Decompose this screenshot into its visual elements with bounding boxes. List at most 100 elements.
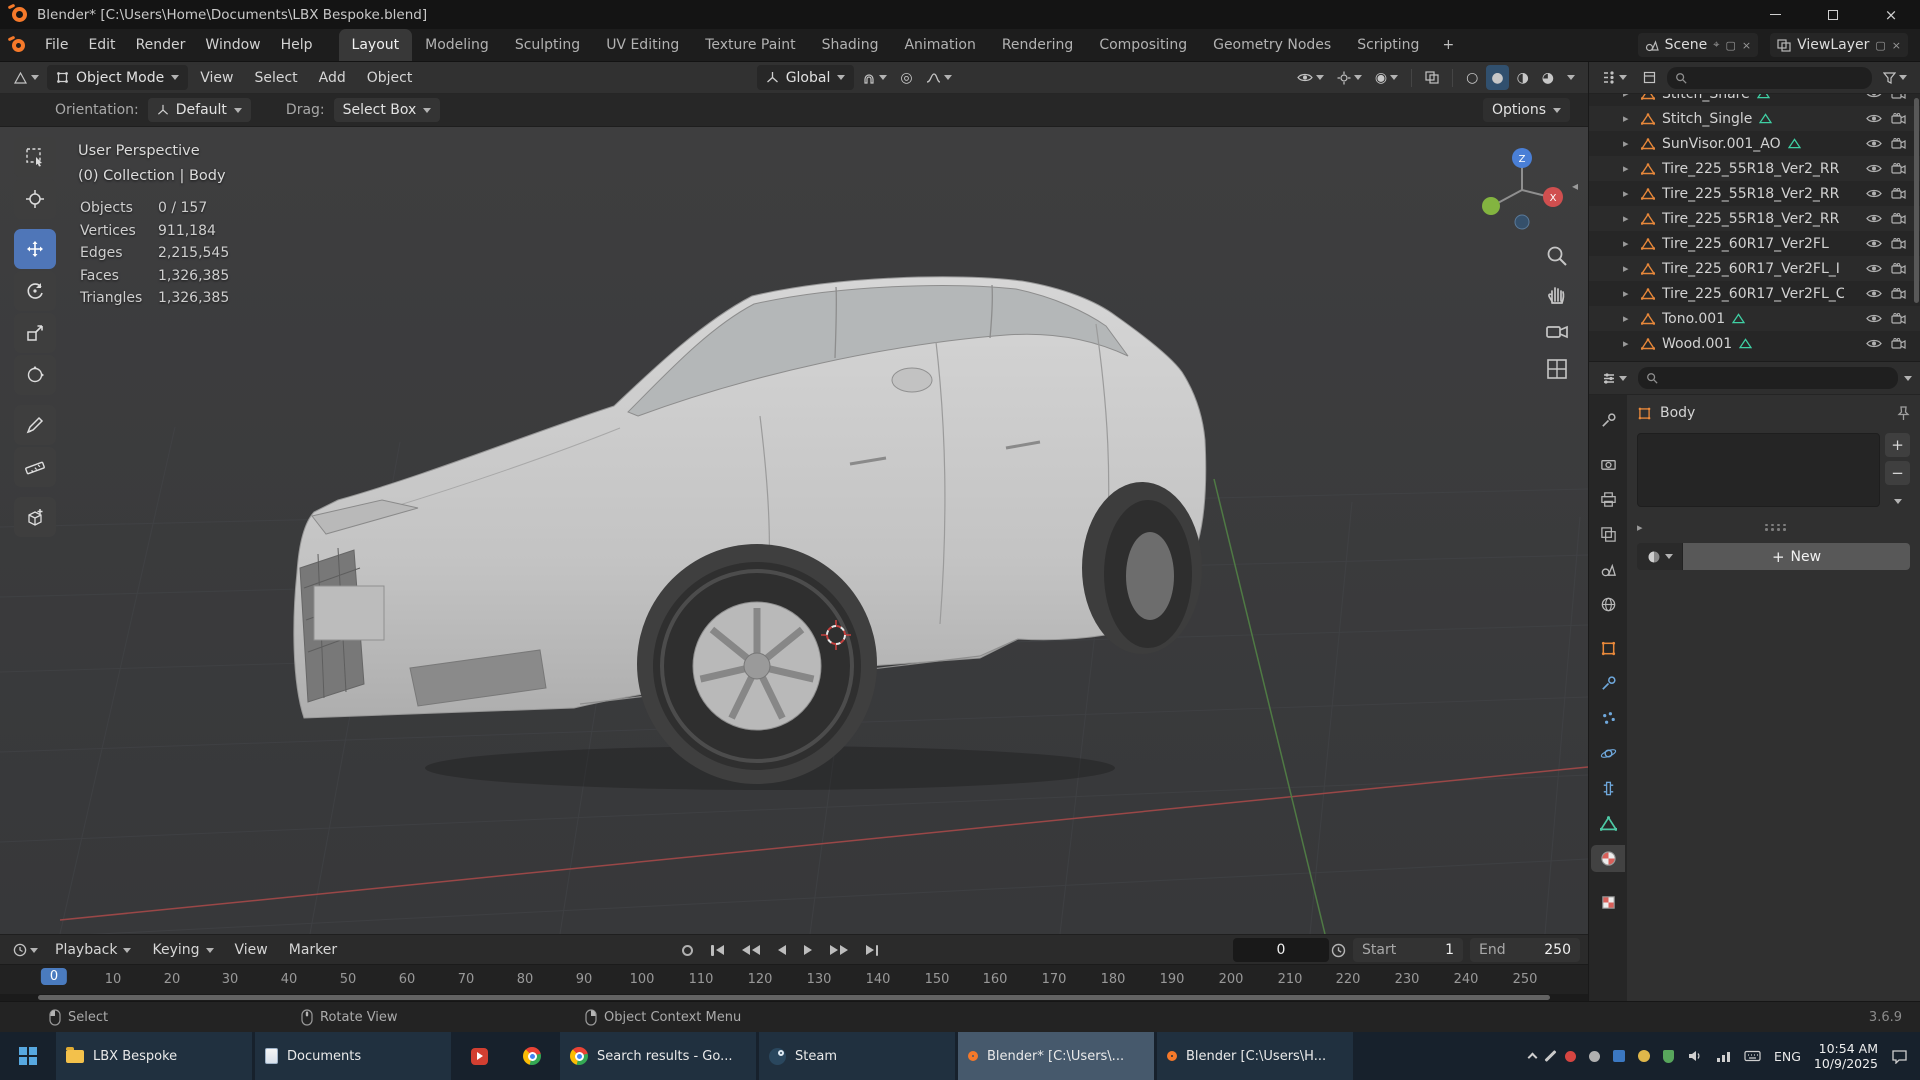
disable-in-render-icon[interactable]: [1891, 113, 1906, 124]
tray-security-shield-icon[interactable]: [1663, 1050, 1674, 1063]
outliner-row[interactable]: ▸ Tire_225_60R17_Ver2FL_C: [1589, 281, 1920, 306]
add-workspace-button[interactable]: +: [1432, 29, 1464, 61]
gizmos-dropdown[interactable]: [1332, 65, 1367, 90]
new-material-button[interactable]: + New: [1683, 543, 1910, 570]
viewport-3d[interactable]: User Perspective (0) Collection | Body O…: [0, 127, 1588, 934]
outliner-row[interactable]: ▸ Stitch_Single: [1589, 106, 1920, 131]
play-reverse-button[interactable]: [772, 940, 792, 960]
shading-solid-button[interactable]: ●: [1486, 65, 1508, 90]
tab-modeling[interactable]: Modeling: [412, 29, 502, 61]
tab-render[interactable]: [1591, 451, 1625, 478]
menu-window[interactable]: Window: [195, 37, 270, 53]
tool-select-box[interactable]: [14, 137, 56, 177]
tab-particles[interactable]: [1591, 705, 1625, 732]
gizmo-y-axis[interactable]: [1482, 197, 1500, 215]
object-name[interactable]: Stitch_Share: [1662, 94, 1750, 102]
outliner-scrollbar[interactable]: [1914, 98, 1919, 303]
previous-keyframe-button[interactable]: [736, 940, 766, 960]
expand-arrow-icon[interactable]: ▸: [1623, 162, 1641, 175]
outliner-row[interactable]: ▸ Tire_225_55R18_Ver2_RR: [1589, 181, 1920, 206]
tab-texture-paint[interactable]: Texture Paint: [692, 29, 808, 61]
object-name[interactable]: Stitch_Single: [1662, 111, 1752, 127]
disable-in-render-icon[interactable]: [1891, 338, 1906, 349]
outliner-editor-dropdown[interactable]: [1597, 65, 1632, 90]
tool-add-cube[interactable]: [14, 497, 56, 537]
hide-in-viewport-icon[interactable]: [1866, 263, 1882, 274]
expand-arrow-icon[interactable]: ▸: [1637, 521, 1643, 534]
hide-in-viewport-icon[interactable]: [1866, 213, 1882, 224]
play-button[interactable]: [798, 940, 818, 960]
tab-rendering[interactable]: Rendering: [989, 29, 1087, 61]
hide-in-viewport-icon[interactable]: [1866, 313, 1882, 324]
taskbar-app-steam[interactable]: Steam: [759, 1032, 955, 1080]
browse-material-dropdown[interactable]: [1637, 543, 1683, 570]
playhead[interactable]: 0: [41, 968, 67, 985]
proportional-falloff-dropdown[interactable]: [921, 65, 957, 90]
expand-arrow-icon[interactable]: ▸: [1623, 212, 1641, 225]
tab-object[interactable]: [1591, 635, 1625, 662]
disable-in-render-icon[interactable]: [1891, 188, 1906, 199]
tab-animation[interactable]: Animation: [891, 29, 988, 61]
properties-search-input[interactable]: [1638, 367, 1898, 389]
object-name[interactable]: Tire_225_55R18_Ver2_RR: [1662, 186, 1839, 202]
snap-toggle[interactable]: [857, 65, 892, 90]
remove-slot-button[interactable]: −: [1885, 461, 1910, 485]
pan-hand-icon[interactable]: [1544, 281, 1570, 307]
disable-in-render-icon[interactable]: [1891, 213, 1906, 224]
tab-compositing[interactable]: Compositing: [1086, 29, 1200, 61]
disable-in-render-icon[interactable]: [1891, 288, 1906, 299]
tray-keyboard-icon[interactable]: [1744, 1050, 1761, 1062]
menu-edit[interactable]: Edit: [78, 37, 125, 53]
menu-file[interactable]: File: [35, 37, 78, 53]
start-button[interactable]: [0, 1032, 56, 1080]
hide-in-viewport-icon[interactable]: [1866, 138, 1882, 149]
tab-output[interactable]: [1591, 486, 1625, 513]
object-name[interactable]: Tire_225_60R17_Ver2FL_C: [1662, 286, 1844, 302]
viewlayer-selector[interactable]: ViewLayer ▢ ×: [1770, 33, 1908, 57]
outliner-row[interactable]: ▸ Tono.001: [1589, 306, 1920, 331]
current-frame-field[interactable]: 0: [1233, 938, 1329, 962]
slot-specials-dropdown[interactable]: [1885, 489, 1910, 513]
frame-end-field[interactable]: End250: [1470, 938, 1580, 962]
tray-app-coin-icon[interactable]: [1638, 1050, 1650, 1062]
hide-in-viewport-icon[interactable]: [1866, 163, 1882, 174]
shading-material-button[interactable]: ◑: [1512, 65, 1534, 90]
frame-start-field[interactable]: Start1: [1353, 938, 1463, 962]
tab-world[interactable]: [1591, 591, 1625, 618]
shading-rendered-button[interactable]: ◕: [1537, 65, 1559, 90]
tool-move[interactable]: [14, 229, 56, 269]
jump-to-end-button[interactable]: [860, 940, 885, 961]
object-name[interactable]: Tire_225_55R18_Ver2_RR: [1662, 161, 1839, 177]
outliner-search-input[interactable]: [1667, 67, 1872, 89]
gizmo-negative-z-axis[interactable]: [1515, 215, 1529, 229]
disable-in-render-icon[interactable]: [1891, 313, 1906, 324]
expand-arrow-icon[interactable]: ▸: [1623, 187, 1641, 200]
timeline-editor-dropdown[interactable]: [8, 938, 43, 963]
disable-in-render-icon[interactable]: [1891, 238, 1906, 249]
tab-texture[interactable]: [1591, 889, 1625, 916]
outliner-row[interactable]: ▸ Tire_225_55R18_Ver2_RR: [1589, 156, 1920, 181]
expand-arrow-icon[interactable]: ▸: [1623, 262, 1641, 275]
object-name[interactable]: Tire_225_60R17_Ver2FL: [1662, 236, 1829, 252]
properties-editor-dropdown[interactable]: [1597, 366, 1632, 391]
tab-physics[interactable]: [1591, 740, 1625, 767]
shading-wireframe-button[interactable]: ○: [1461, 65, 1483, 90]
tab-object-data[interactable]: [1591, 810, 1625, 837]
taskbar-app-blender-active[interactable]: Blender* [C:\Users\...: [958, 1032, 1154, 1080]
disable-in-render-icon[interactable]: [1891, 94, 1906, 99]
expand-arrow-icon[interactable]: ▸: [1623, 337, 1641, 350]
camera-view-icon[interactable]: [1544, 319, 1570, 345]
zoom-icon[interactable]: [1544, 243, 1570, 269]
tab-layout[interactable]: Layout: [339, 29, 413, 61]
menu-timeline-view[interactable]: View: [226, 942, 277, 958]
tool-transform[interactable]: [14, 355, 56, 395]
car-model[interactable]: [290, 268, 1210, 793]
outliner-filter-dropdown[interactable]: [1878, 65, 1912, 90]
expand-arrow-icon[interactable]: ▸: [1623, 312, 1641, 325]
outliner-row[interactable]: ▸ Wood.001: [1589, 331, 1920, 356]
material-slot-list[interactable]: [1637, 433, 1880, 507]
tool-measure[interactable]: [14, 447, 56, 487]
unlink-viewlayer-icon[interactable]: ×: [1892, 39, 1901, 52]
tray-network-icon[interactable]: [1716, 1050, 1731, 1063]
tray-expand-icon[interactable]: [1529, 1051, 1536, 1061]
